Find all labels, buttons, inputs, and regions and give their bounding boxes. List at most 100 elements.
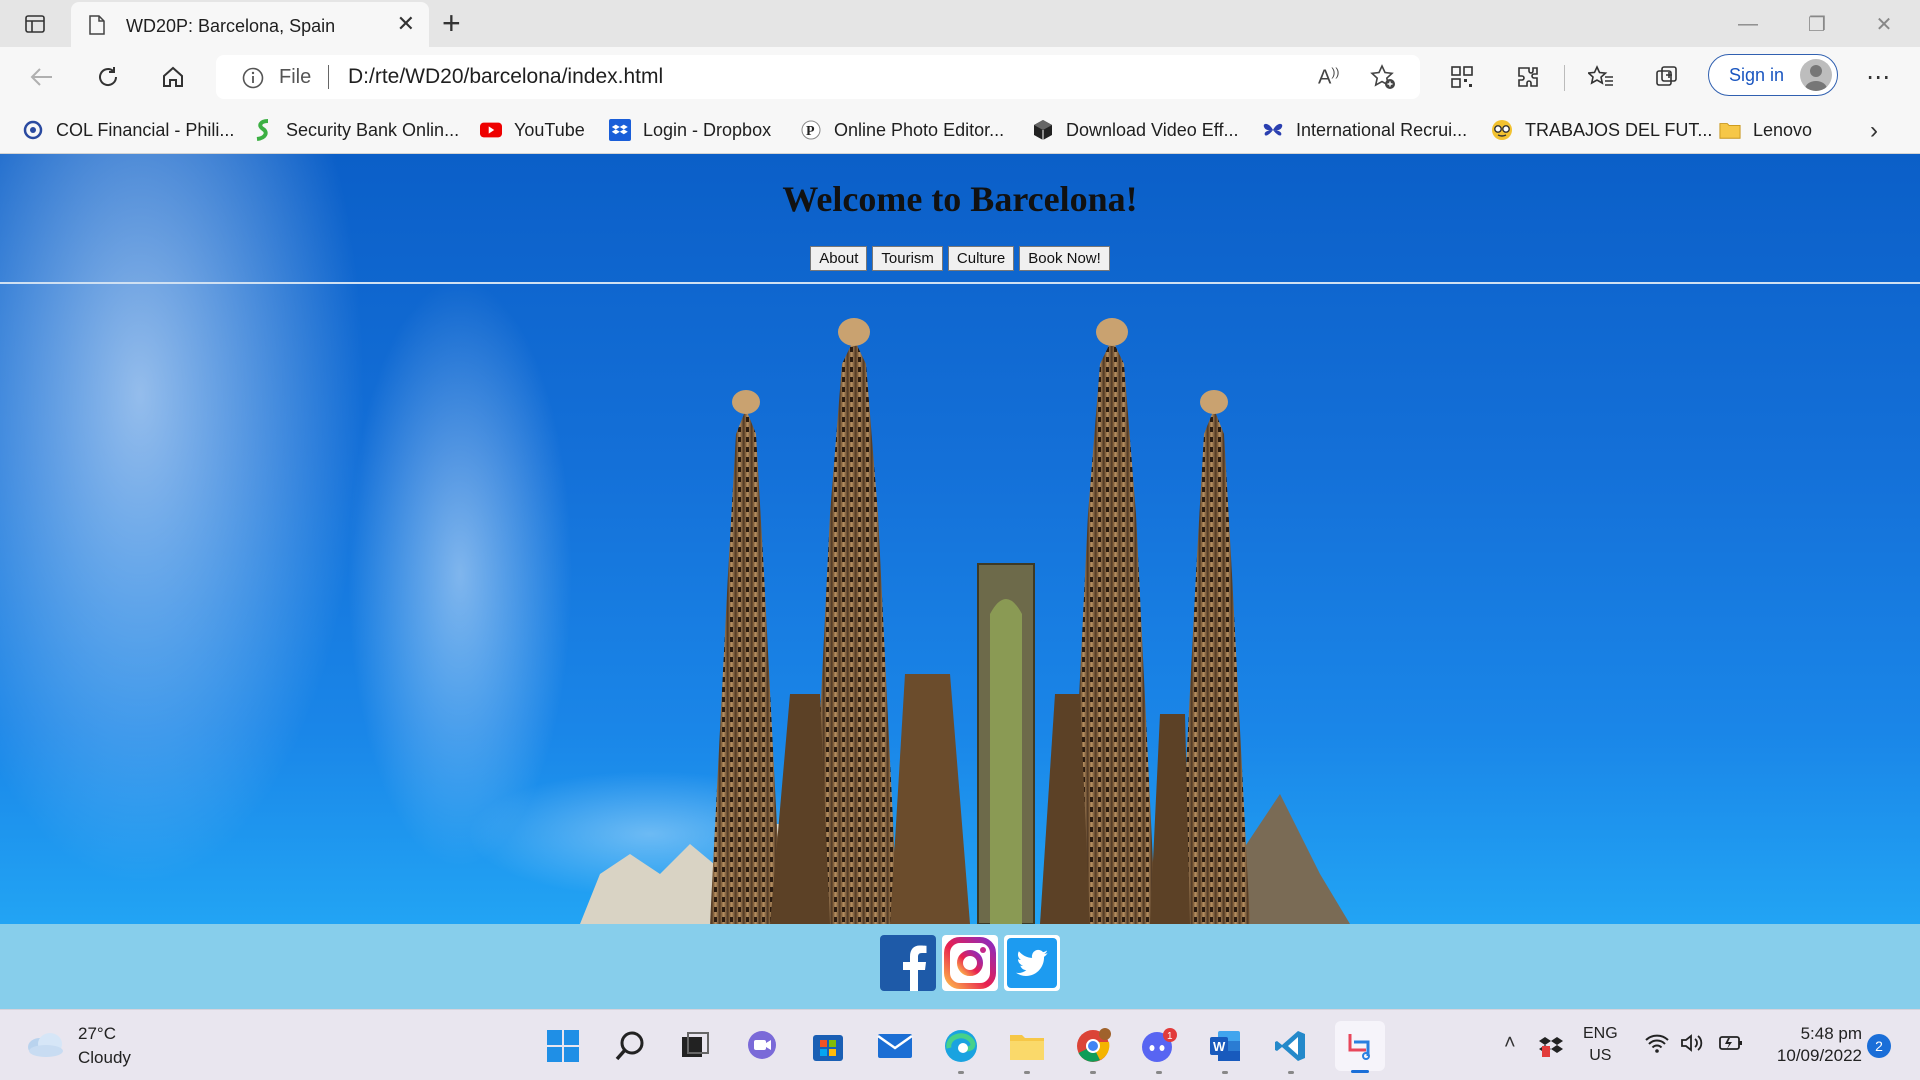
tab-actions-icon[interactable]: [20, 10, 50, 38]
taskbar: 27°C Cloudy 1 W ˄ ENG US 5:48 pm 10/09/2…: [0, 1009, 1920, 1080]
bookmark-trabajos[interactable]: TRABAJOS DEL FUT...: [1491, 117, 1712, 143]
search-icon[interactable]: [608, 1024, 652, 1068]
security-bank-icon: [252, 119, 274, 141]
active-indicator: [1351, 1070, 1369, 1073]
restore-icon[interactable]: ❐: [1797, 10, 1837, 38]
page-title: Welcome to Barcelona!: [782, 179, 1138, 219]
close-window-icon[interactable]: ✕: [1864, 10, 1904, 38]
lang-line1: ENG: [1583, 1025, 1618, 1042]
clock[interactable]: 5:48 pm 10/09/2022: [1760, 1023, 1862, 1067]
info-icon[interactable]: [242, 67, 264, 94]
minimize-icon[interactable]: —: [1728, 10, 1768, 38]
glasses-face-icon: [1491, 119, 1513, 141]
chat-icon[interactable]: [740, 1024, 784, 1068]
svg-text:W: W: [1213, 1039, 1226, 1054]
vscode-icon[interactable]: [1269, 1024, 1313, 1074]
dropbox-tray-icon[interactable]: [1538, 1034, 1564, 1063]
site-nav: About Tourism Culture Book Now!: [0, 246, 1920, 271]
battery-icon[interactable]: [1717, 1033, 1743, 1058]
sign-in-button[interactable]: Sign in: [1708, 54, 1838, 96]
weather-widget[interactable]: 27°C Cloudy: [26, 1022, 131, 1070]
mail-icon[interactable]: [873, 1024, 917, 1068]
bookmark-label: Security Bank Onlin...: [286, 119, 460, 140]
bookmark-label: TRABAJOS DEL FUT...: [1525, 119, 1713, 140]
bookmark-label: Login - Dropbox: [643, 119, 772, 140]
edge-icon[interactable]: [939, 1024, 983, 1074]
address-bar[interactable]: File D:/rte/WD20/barcelona/index.html A)…: [216, 55, 1420, 99]
bookmark-international-recruit[interactable]: International Recrui...: [1262, 117, 1467, 143]
col-financial-icon: [22, 119, 44, 141]
favorites-icon[interactable]: [1583, 61, 1619, 93]
word-icon[interactable]: W: [1203, 1024, 1247, 1074]
nav-about-button[interactable]: About: [810, 246, 868, 271]
cloud-icon: [26, 1031, 64, 1062]
volume-icon[interactable]: [1680, 1033, 1704, 1058]
running-indicator: [1024, 1071, 1030, 1074]
nav-book-now-button[interactable]: Book Now!: [1019, 246, 1110, 271]
home-icon[interactable]: [155, 61, 191, 93]
address-url[interactable]: D:/rte/WD20/barcelona/index.html: [348, 65, 663, 89]
site-header: Welcome to Barcelona! About Tourism Cult…: [0, 154, 1920, 284]
extensions-icon[interactable]: [1510, 61, 1546, 93]
new-tab-button[interactable]: +: [442, 7, 461, 39]
svg-text:P: P: [806, 124, 815, 139]
toolbar-divider: [1564, 65, 1565, 91]
tab-title: WD20P: Barcelona, Spain: [126, 16, 336, 36]
chrome-icon[interactable]: [1071, 1024, 1115, 1074]
collections-icon[interactable]: [1649, 61, 1685, 93]
clock-date: 10/09/2022: [1776, 1046, 1862, 1065]
snipping-tool-icon[interactable]: [1335, 1021, 1385, 1073]
bookmark-col-financial[interactable]: COL Financial - Phili...: [22, 117, 234, 143]
photo-editor-icon: P: [800, 119, 822, 141]
windows-start-icon[interactable]: [541, 1024, 585, 1068]
sagrada-familia-image: [580, 318, 1350, 924]
site-footer: [0, 924, 1920, 1009]
butterfly-icon: [1262, 119, 1284, 141]
notification-badge[interactable]: 2: [1867, 1034, 1891, 1058]
instagram-icon[interactable]: [942, 935, 998, 991]
bookmark-video-effects[interactable]: Download Video Eff...: [1032, 117, 1238, 143]
running-indicator: [1222, 1071, 1228, 1074]
discord-badge: 1: [1167, 1031, 1173, 1042]
store-icon[interactable]: [806, 1024, 850, 1068]
bookmark-dropbox[interactable]: Login - Dropbox: [609, 117, 771, 143]
bookmark-label: Online Photo Editor...: [834, 119, 1005, 140]
discord-icon[interactable]: 1: [1137, 1024, 1181, 1074]
browser-toolbar: File D:/rte/WD20/barcelona/index.html A)…: [0, 47, 1920, 107]
back-icon[interactable]: [24, 61, 60, 93]
weather-desc: Cloudy: [78, 1048, 131, 1067]
bookmarks-bar: COL Financial - Phili... Security Bank O…: [0, 107, 1920, 154]
bookmark-lenovo[interactable]: Lenovo: [1719, 117, 1812, 143]
chevron-right-icon[interactable]: ›: [1870, 117, 1878, 145]
youtube-icon: [480, 119, 502, 141]
task-view-icon[interactable]: [673, 1024, 717, 1068]
social-links: [880, 935, 1060, 991]
file-explorer-icon[interactable]: [1005, 1024, 1049, 1074]
tab-strip: WD20P: Barcelona, Spain ✕ + — ❐ ✕: [0, 0, 1920, 47]
nav-culture-button[interactable]: Culture: [947, 246, 1015, 271]
nav-tourism-button[interactable]: Tourism: [872, 246, 943, 271]
bookmark-photo-editor[interactable]: P Online Photo Editor...: [800, 117, 1004, 143]
read-aloud-icon[interactable]: A)): [1318, 65, 1339, 90]
page-icon: [89, 15, 105, 40]
video-effects-icon: [1032, 119, 1054, 141]
qr-code-icon[interactable]: [1444, 61, 1480, 93]
clock-time: 5:48 pm: [1800, 1024, 1862, 1043]
refresh-icon[interactable]: [90, 61, 126, 93]
facebook-icon[interactable]: [880, 935, 936, 991]
page-viewport: Welcome to Barcelona! About Tourism Cult…: [0, 154, 1920, 1009]
bookmark-security-bank[interactable]: Security Bank Onlin...: [252, 117, 459, 143]
more-options-icon[interactable]: ⋯: [1860, 61, 1896, 93]
browser-tab[interactable]: WD20P: Barcelona, Spain ✕: [71, 2, 429, 47]
add-favorite-icon[interactable]: [1370, 64, 1396, 95]
folder-icon: [1719, 119, 1741, 141]
wifi-icon[interactable]: [1645, 1033, 1669, 1058]
language-indicator[interactable]: ENG US: [1583, 1023, 1618, 1067]
address-separator: [328, 65, 329, 89]
bookmark-label: International Recrui...: [1296, 119, 1468, 140]
twitter-icon[interactable]: [1004, 935, 1060, 991]
close-tab-icon[interactable]: ✕: [397, 13, 415, 35]
bookmark-youtube[interactable]: YouTube: [480, 117, 585, 143]
bookmark-label: Download Video Eff...: [1066, 119, 1239, 140]
chevron-up-icon[interactable]: ˄: [1504, 1032, 1516, 1055]
